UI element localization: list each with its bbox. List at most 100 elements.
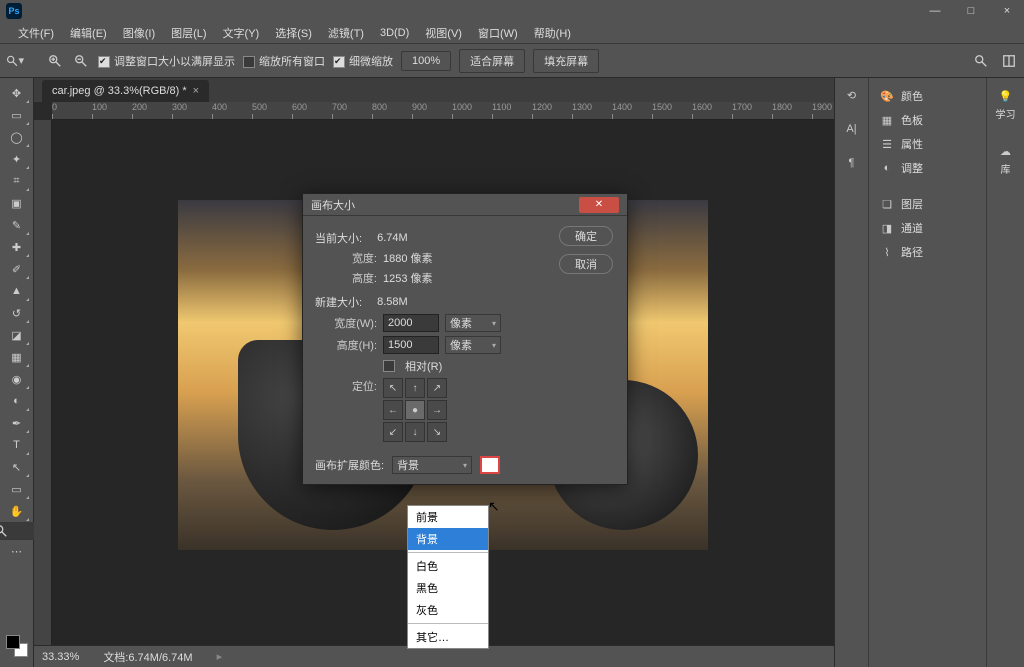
height-unit-select[interactable]: 像素 xyxy=(445,336,501,354)
menu-window[interactable]: 窗口(W) xyxy=(470,25,526,41)
width-input[interactable] xyxy=(383,314,439,332)
opt-zoom-all[interactable]: 缩放所有窗口 xyxy=(243,53,325,69)
app-logo: Ps xyxy=(6,3,22,19)
panel-adjustments[interactable]: ◐调整 xyxy=(873,156,982,180)
extension-color-dropdown: 前景 背景 白色 黑色 灰色 其它… xyxy=(407,505,489,649)
relative-checkbox[interactable] xyxy=(383,360,395,372)
canvas-size-dialog: 画布大小 ✕ 当前大小: 6.74M 宽度:1880 像素 高度:1253 像素… xyxy=(302,193,628,485)
menu-file[interactable]: 文件(F) xyxy=(10,25,62,41)
menu-layer[interactable]: 图层(L) xyxy=(163,25,214,41)
extension-color-select[interactable]: 背景 xyxy=(392,456,472,474)
eyedropper-tool[interactable]: ✎ xyxy=(4,214,30,236)
zoom-tool-icon[interactable]: ▾ xyxy=(6,52,24,70)
hand-tool[interactable]: ✋ xyxy=(4,500,30,522)
menu-filter[interactable]: 滤镜(T) xyxy=(320,25,372,41)
color-swatches[interactable] xyxy=(6,635,28,657)
search-icon[interactable] xyxy=(972,52,990,70)
healing-tool[interactable]: ✚ xyxy=(4,236,30,258)
current-width-label: 宽度: xyxy=(315,250,377,266)
panel-properties[interactable]: ☰属性 xyxy=(873,132,982,156)
type-tool[interactable]: T xyxy=(4,434,30,456)
minimize-button[interactable]: — xyxy=(924,5,946,17)
fit-screen-button[interactable]: 适合屏幕 xyxy=(459,49,525,73)
dd-background[interactable]: 背景 xyxy=(408,528,488,550)
document-info[interactable]: 文档:6.74M/6.74M xyxy=(103,649,192,665)
menu-help[interactable]: 帮助(H) xyxy=(526,25,579,41)
menu-select[interactable]: 选择(S) xyxy=(267,25,320,41)
panel-channels[interactable]: ◨通道 xyxy=(873,216,982,240)
history-brush-tool[interactable]: ↺ xyxy=(4,302,30,324)
opt-resize[interactable]: 调整窗口大小以满屏显示 xyxy=(98,53,235,69)
fill-screen-button[interactable]: 填充屏幕 xyxy=(533,49,599,73)
zoom-out-icon[interactable] xyxy=(72,52,90,70)
document-tab[interactable]: car.jpeg @ 33.3%(RGB/8) * × xyxy=(42,80,209,102)
character-panel-icon[interactable]: A| xyxy=(839,118,865,140)
menu-edit[interactable]: 编辑(E) xyxy=(62,25,115,41)
maximize-button[interactable]: □ xyxy=(960,5,982,17)
workspace-icon[interactable] xyxy=(1000,52,1018,70)
edit-toolbar[interactable]: ⋯ xyxy=(4,540,30,562)
clone-tool[interactable]: ▲ xyxy=(4,280,30,302)
height-input[interactable] xyxy=(383,336,439,354)
tools-panel: ✥ ▭ ◯ ✦ ⌗ ▣ ✎ ✚ ✐ ▲ ↺ ◪ ▦ ◉ ◐ ✒ T ↖ ▭ ✋ … xyxy=(0,78,34,667)
paragraph-panel-icon[interactable]: ¶ xyxy=(839,152,865,174)
crop-tool[interactable]: ⌗ xyxy=(4,170,30,192)
width-label: 宽度(W): xyxy=(315,315,377,331)
ruler-horizontal: 0100200300400500600700800900100011001200… xyxy=(52,102,834,120)
brush-tool[interactable]: ✐ xyxy=(4,258,30,280)
extension-color-label: 画布扩展颜色: xyxy=(315,457,384,473)
panel-swatches[interactable]: ▦色板 xyxy=(873,108,982,132)
current-width-value: 1880 像素 xyxy=(383,250,433,266)
options-bar: ▾ 调整窗口大小以满屏显示 缩放所有窗口 细微缩放 100% 适合屏幕 填充屏幕 xyxy=(0,44,1024,78)
menu-bar: 文件(F) 编辑(E) 图像(I) 图层(L) 文字(Y) 选择(S) 滤镜(T… xyxy=(0,22,1024,44)
ok-button[interactable]: 确定 xyxy=(559,226,613,246)
eraser-tool[interactable]: ◪ xyxy=(4,324,30,346)
width-unit-select[interactable]: 像素 xyxy=(445,314,501,332)
document-tabs: car.jpeg @ 33.3%(RGB/8) * × xyxy=(34,78,834,102)
panel-color[interactable]: 🎨颜色 xyxy=(873,84,982,108)
path-select-tool[interactable]: ↖ xyxy=(4,456,30,478)
pen-tool[interactable]: ✒ xyxy=(4,412,30,434)
dialog-title: 画布大小 xyxy=(311,197,355,213)
blur-tool[interactable]: ◉ xyxy=(4,368,30,390)
menu-view[interactable]: 视图(V) xyxy=(417,25,470,41)
new-size-value: 8.58M xyxy=(377,296,408,308)
zoom-in-icon[interactable] xyxy=(46,52,64,70)
current-size-label: 当前大小: xyxy=(315,230,362,246)
current-size-value: 6.74M xyxy=(377,232,408,244)
close-button[interactable]: × xyxy=(996,5,1018,17)
panel-paths[interactable]: ⌇路径 xyxy=(873,240,982,264)
dodge-tool[interactable]: ◐ xyxy=(4,390,30,412)
dd-gray[interactable]: 灰色 xyxy=(408,599,488,621)
extension-color-swatch[interactable] xyxy=(480,456,500,474)
zoom-100-button[interactable]: 100% xyxy=(401,51,451,71)
anchor-grid[interactable]: ↖↑↗ ←●→ ↙↓↘ xyxy=(383,378,447,442)
marquee-tool[interactable]: ▭ xyxy=(4,104,30,126)
zoom-level[interactable]: 33.33% xyxy=(42,651,79,663)
frame-tool[interactable]: ▣ xyxy=(4,192,30,214)
shape-tool[interactable]: ▭ xyxy=(4,478,30,500)
height-label: 高度(H): xyxy=(315,337,377,353)
relative-label: 相对(R) xyxy=(405,358,442,374)
ruler-vertical xyxy=(34,120,52,645)
panel-library[interactable]: ☁库 xyxy=(992,139,1020,180)
dd-foreground[interactable]: 前景 xyxy=(408,506,488,528)
panel-layers[interactable]: ❏图层 xyxy=(873,192,982,216)
panel-learn[interactable]: 💡学习 xyxy=(990,84,1022,125)
dd-other[interactable]: 其它… xyxy=(408,626,488,648)
move-tool[interactable]: ✥ xyxy=(4,82,30,104)
lasso-tool[interactable]: ◯ xyxy=(4,126,30,148)
history-panel-icon[interactable]: ⟲ xyxy=(839,84,865,106)
opt-scrubby[interactable]: 细微缩放 xyxy=(333,53,393,69)
menu-3d[interactable]: 3D(D) xyxy=(372,27,417,39)
right-panels: ⟲ A| ¶ 🎨颜色 ▦色板 ☰属性 ◐调整 ❏图层 ◨通道 ⌇路径 💡学习 ☁… xyxy=(834,78,1024,667)
dd-white[interactable]: 白色 xyxy=(408,555,488,577)
dd-black[interactable]: 黑色 xyxy=(408,577,488,599)
menu-image[interactable]: 图像(I) xyxy=(115,25,163,41)
menu-type[interactable]: 文字(Y) xyxy=(215,25,268,41)
cancel-button[interactable]: 取消 xyxy=(559,254,613,274)
quick-select-tool[interactable]: ✦ xyxy=(4,148,30,170)
tab-close-icon[interactable]: × xyxy=(193,85,199,97)
dialog-close-button[interactable]: ✕ xyxy=(579,197,619,213)
gradient-tool[interactable]: ▦ xyxy=(4,346,30,368)
